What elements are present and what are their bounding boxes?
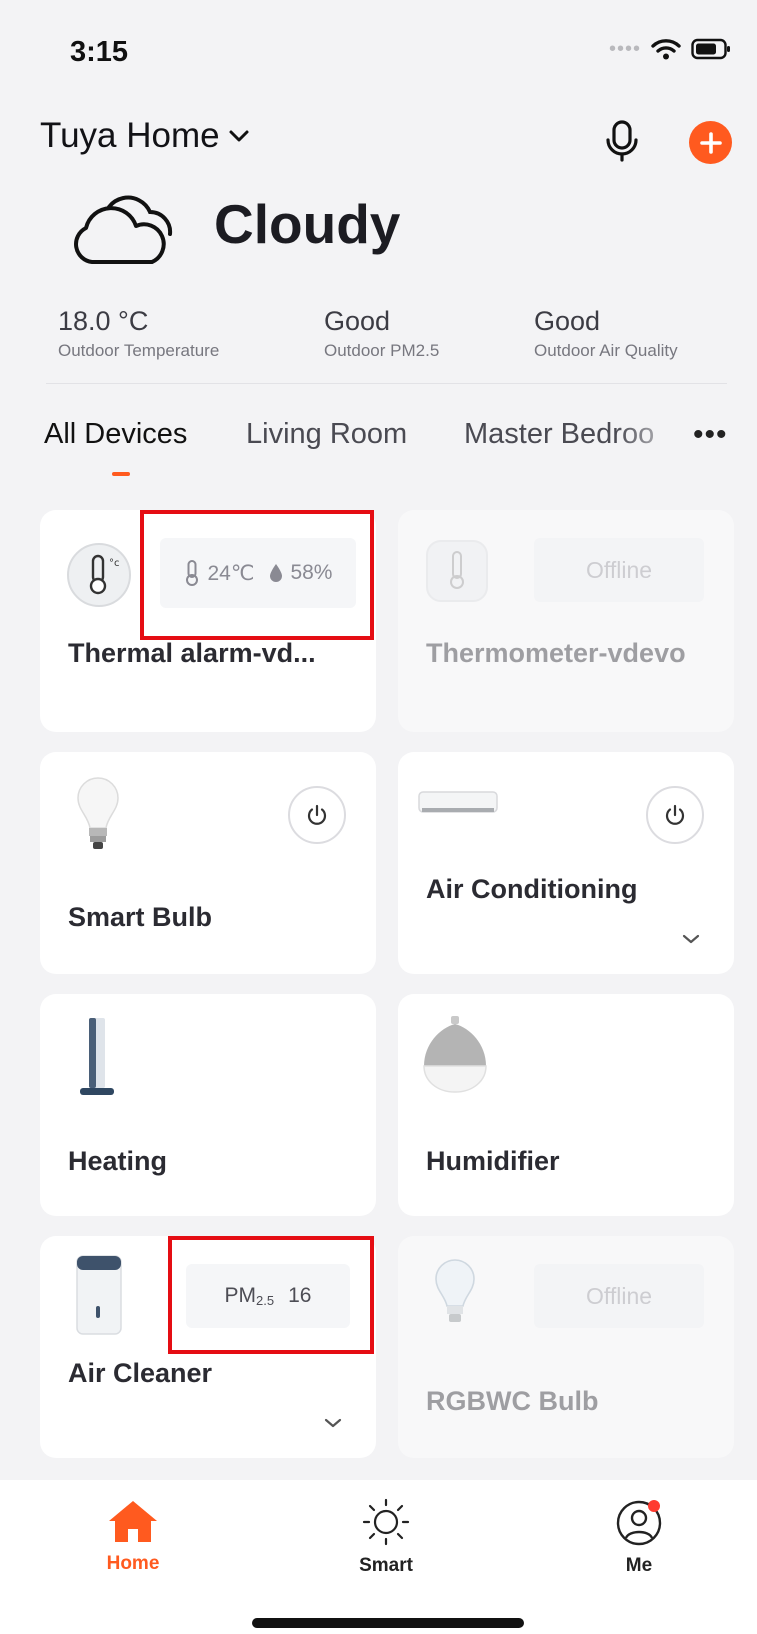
home-selector[interactable]: Tuya Home [40, 116, 250, 156]
stat-value: Good [534, 306, 601, 336]
bulb-icon [435, 1259, 475, 1322]
bulb-icon [77, 777, 119, 849]
sun-icon [362, 1498, 410, 1546]
device-name: Humidifier [426, 1146, 560, 1176]
device-name: Smart Bulb [68, 902, 213, 932]
battery-icon [691, 38, 730, 60]
nav-smart[interactable]: Smart [326, 1498, 446, 1577]
room-tabs: All Devices Living Room Master Bedroo [44, 418, 757, 478]
offline-status: Offline [534, 1264, 704, 1328]
device-name: Thermal alarm-vd... [68, 638, 316, 668]
chevron-down-icon[interactable] [322, 1416, 344, 1430]
device-card-thermometer[interactable]: Offline Thermometer-vdevo [398, 510, 734, 732]
tab-all-devices[interactable]: All Devices [44, 418, 187, 451]
heater-icon [80, 1018, 114, 1095]
microphone-icon[interactable] [604, 119, 640, 163]
stat-pm25: Good Outdoor PM2.5 [324, 306, 439, 361]
power-button[interactable] [288, 786, 346, 844]
offline-status: Offline [534, 538, 704, 602]
wifi-icon [651, 39, 681, 60]
status-icons: •••• [609, 38, 731, 60]
device-name: RGBWC Bulb [426, 1386, 599, 1416]
nav-label: Smart [359, 1555, 413, 1576]
svg-text:°c: °c [109, 558, 120, 569]
stat-label: Outdoor Temperature [58, 341, 220, 360]
stat-value: 18.0 °C [58, 306, 149, 336]
air-purifier-icon [76, 1255, 122, 1335]
signal-icon: •••• [608, 38, 641, 60]
device-card-humidifier[interactable]: Humidifier [398, 994, 734, 1216]
home-indicator [252, 1618, 524, 1628]
nav-label: Me [625, 1555, 653, 1576]
device-card-smart-bulb[interactable]: Smart Bulb [40, 752, 376, 974]
device-name: Air Cleaner [68, 1358, 213, 1388]
notification-badge [648, 1500, 660, 1512]
screen: 3:15 •••• Tuya Home Cloudy 18.0 °C Outdo… [0, 0, 757, 1634]
active-tab-indicator [112, 472, 130, 476]
stat-air-quality: Good Outdoor Air Quality [534, 306, 678, 361]
power-button[interactable] [646, 786, 704, 844]
chevron-down-icon [229, 130, 249, 142]
device-card-air-conditioning[interactable]: Air Conditioning [398, 752, 734, 974]
power-icon [307, 804, 327, 825]
device-name: Air Conditioning [426, 874, 638, 904]
nav-home[interactable]: Home [73, 1498, 193, 1575]
device-card-heating[interactable]: Heating [40, 994, 376, 1216]
thermometer-icon: °c [67, 543, 131, 607]
stat-label: Outdoor PM2.5 [324, 341, 440, 360]
plus-icon [699, 131, 722, 154]
thermometer-device-icon [426, 540, 488, 602]
nav-me[interactable]: Me [579, 1498, 699, 1577]
home-name: Tuya Home [40, 116, 220, 155]
more-icon[interactable]: ••• [693, 418, 728, 452]
device-name: Heating [68, 1146, 168, 1176]
home-icon [109, 1501, 157, 1542]
stat-temperature: 18.0 °C Outdoor Temperature [58, 306, 219, 361]
highlight-box [140, 510, 374, 640]
weather-condition: Cloudy [214, 193, 401, 255]
highlight-box [168, 1236, 374, 1354]
air-conditioner-icon [418, 791, 498, 813]
stat-label: Outdoor Air Quality [534, 341, 678, 360]
status-time: 3:15 [70, 36, 129, 68]
tab-living-room[interactable]: Living Room [246, 418, 407, 451]
power-icon [665, 804, 685, 825]
tab-master-bedroom[interactable]: Master Bedroo [464, 418, 682, 451]
device-card-rgbwc-bulb[interactable]: Offline RGBWC Bulb [398, 1236, 734, 1458]
nav-label: Home [106, 1553, 160, 1574]
user-icon [616, 1500, 662, 1546]
weather-stats: 18.0 °C Outdoor Temperature Good Outdoor… [0, 306, 757, 376]
chevron-down-icon[interactable] [680, 932, 702, 946]
humidifier-icon [423, 1016, 487, 1093]
divider [46, 383, 727, 384]
device-name: Thermometer-vdevo [426, 638, 686, 668]
bottom-nav: Home Smart Me [0, 1480, 757, 1634]
stat-value: Good [324, 306, 391, 336]
add-device-button[interactable] [689, 121, 732, 164]
cloud-icon [74, 195, 173, 264]
